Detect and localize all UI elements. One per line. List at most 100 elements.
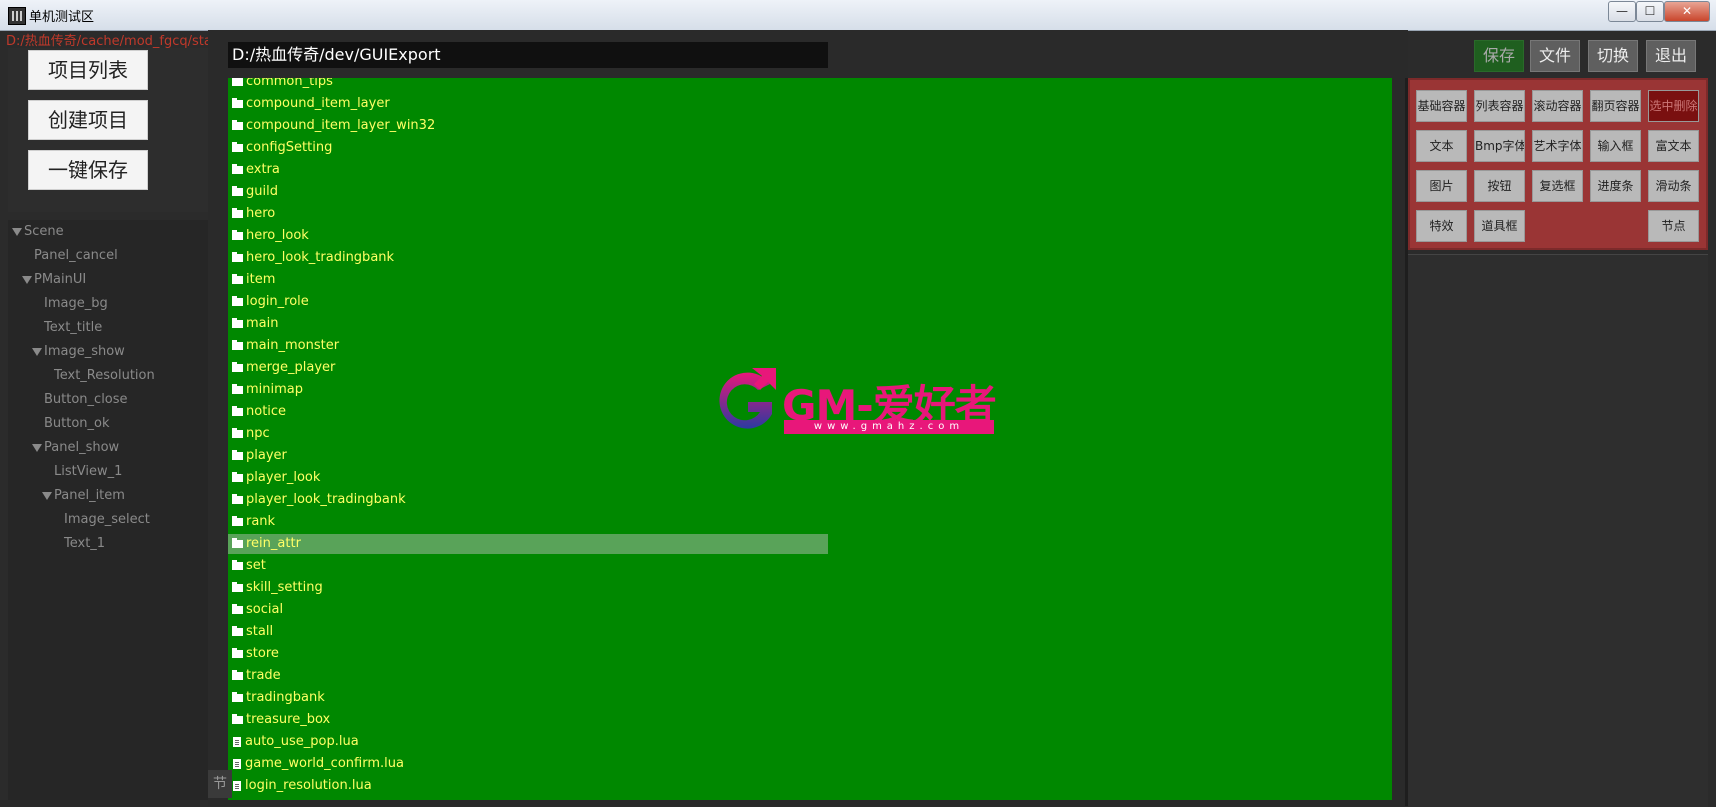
palette-button[interactable]: 图片 <box>1416 170 1467 202</box>
window-titlebar: 单机测试区 — ☐ ✕ <box>0 0 1716 31</box>
file-browser-path[interactable]: D:/热血传奇/dev/GUIExport <box>228 42 828 68</box>
tree-node[interactable]: Text_Resolution <box>54 368 155 383</box>
file-button[interactable]: 文件 <box>1530 40 1580 72</box>
switch-button[interactable]: 切换 <box>1588 40 1638 72</box>
folder-row[interactable]: player_look_tradingbank <box>228 490 828 510</box>
palette-button[interactable]: 节点 <box>1648 210 1699 242</box>
palette-button[interactable]: 列表容器 <box>1474 90 1525 122</box>
folder-row[interactable]: hero_look_tradingbank <box>228 248 828 268</box>
folder-row[interactable]: player <box>228 446 828 466</box>
folder-row[interactable]: skill_setting <box>228 578 828 598</box>
exit-button[interactable]: 退出 <box>1646 40 1696 72</box>
save-button[interactable]: 保存 <box>1474 40 1524 72</box>
create-project-button[interactable]: 创建项目 <box>28 100 148 140</box>
tree-node[interactable]: Image_bg <box>44 296 108 311</box>
scene-tree: Scene Panel_cancel PMainUI Image_bg Text_tit… <box>8 220 208 800</box>
save-all-button[interactable]: 一键保存 <box>28 150 148 190</box>
folder-icon <box>232 185 243 196</box>
expand-triangle-icon[interactable] <box>12 227 22 236</box>
folder-row[interactable]: extra <box>228 160 828 180</box>
palette-button[interactable]: 按钮 <box>1474 170 1525 202</box>
file-name: auto_use_pop.lua <box>245 734 359 749</box>
file-name: rein_attr <box>246 536 301 551</box>
folder-icon <box>232 559 243 570</box>
file-row[interactable]: login_resolution.lua <box>228 776 828 796</box>
palette-button[interactable]: 文本 <box>1416 130 1467 162</box>
file-name: trade <box>246 668 281 683</box>
expand-triangle-icon[interactable] <box>22 275 32 284</box>
folder-row[interactable]: social <box>228 600 828 620</box>
file-name: player_look_tradingbank <box>246 492 406 507</box>
folder-row[interactable]: stall <box>228 622 828 642</box>
palette-button[interactable]: 滚动容器 <box>1532 90 1583 122</box>
tree-node[interactable]: Panel_cancel <box>34 248 118 263</box>
folder-row[interactable]: treasure_box <box>228 710 828 730</box>
expand-triangle-icon[interactable] <box>32 347 42 356</box>
palette-button[interactable]: 复选框 <box>1532 170 1583 202</box>
node-tab[interactable]: 节 <box>208 770 232 798</box>
folder-row[interactable]: player_look <box>228 468 828 488</box>
file-name: store <box>246 646 279 661</box>
folder-row[interactable]: hero <box>228 204 828 224</box>
project-list-button[interactable]: 项目列表 <box>28 50 148 90</box>
palette-button[interactable]: 富文本 <box>1648 130 1699 162</box>
tree-node[interactable]: Button_ok <box>44 416 110 431</box>
tree-node[interactable]: Image_select <box>64 512 150 527</box>
tree-node[interactable]: Panel_show <box>32 440 119 455</box>
tree-node[interactable]: Text_1 <box>64 536 105 551</box>
folder-row[interactable]: hero_look <box>228 226 828 246</box>
palette-button[interactable]: 艺术字体 <box>1532 130 1583 162</box>
folder-icon <box>232 119 243 130</box>
folder-row[interactable]: trade <box>228 666 828 686</box>
maximize-button[interactable]: ☐ <box>1636 1 1664 22</box>
tree-node[interactable]: Image_show <box>32 344 125 359</box>
folder-row[interactable]: item <box>228 270 828 290</box>
folder-row[interactable]: compound_item_layer <box>228 94 828 114</box>
folder-row[interactable]: guild <box>228 182 828 202</box>
tree-node[interactable]: Button_close <box>44 392 128 407</box>
minimize-button[interactable]: — <box>1608 1 1636 22</box>
palette-button[interactable]: 基础容器 <box>1416 90 1467 122</box>
tree-node[interactable]: Scene <box>12 224 64 239</box>
file-row[interactable]: game_world_confirm.lua <box>228 754 828 774</box>
folder-row[interactable]: rein_attr <box>228 534 828 554</box>
folder-row[interactable]: tradingbank <box>228 688 828 708</box>
file-name: configSetting <box>246 140 333 155</box>
expand-triangle-icon[interactable] <box>32 443 42 452</box>
folder-row[interactable]: compound_item_layer_win32 <box>228 116 828 136</box>
file-name: extra <box>246 162 280 177</box>
tree-node[interactable]: ListView_1 <box>54 464 122 479</box>
folder-row[interactable]: main <box>228 314 828 334</box>
folder-row[interactable]: configSetting <box>228 138 828 158</box>
folder-row[interactable]: store <box>228 644 828 664</box>
folder-row[interactable]: login_role <box>228 292 828 312</box>
folder-icon <box>232 603 243 614</box>
palette-button[interactable]: 滑动条 <box>1648 170 1699 202</box>
folder-row[interactable]: rank <box>228 512 828 532</box>
file-row[interactable]: auto_use_pop.lua <box>228 732 828 752</box>
folder-row[interactable]: common_tips <box>228 78 828 92</box>
file-icon <box>233 780 241 791</box>
palette-button[interactable]: 输入框 <box>1590 130 1641 162</box>
palette-button[interactable]: 选中删除 <box>1648 90 1699 122</box>
palette-button[interactable]: Bmp字体 <box>1474 130 1525 162</box>
close-window-button[interactable]: ✕ <box>1664 1 1710 22</box>
tree-node-label: ListView_1 <box>54 464 123 479</box>
expand-triangle-icon[interactable] <box>42 491 52 500</box>
folder-row[interactable]: main_monster <box>228 336 828 356</box>
file-name: player_look <box>246 470 321 485</box>
folder-row[interactable]: set <box>228 556 828 576</box>
palette-button[interactable]: 特效 <box>1416 210 1467 242</box>
tree-node[interactable]: Text_title <box>44 320 102 335</box>
window-title: 单机测试区 <box>29 10 95 25</box>
folder-icon <box>232 273 243 284</box>
palette-button[interactable]: 翻页容器 <box>1590 90 1641 122</box>
folder-icon <box>232 405 243 416</box>
palette-button[interactable]: 进度条 <box>1590 170 1641 202</box>
palette-button[interactable]: 道具框 <box>1474 210 1525 242</box>
file-name: skill_setting <box>246 580 323 595</box>
tree-node-label: Panel_item <box>54 488 125 503</box>
tree-node[interactable]: Panel_item <box>42 488 125 503</box>
tree-node[interactable]: PMainUI <box>22 272 86 287</box>
folder-icon <box>232 449 243 460</box>
